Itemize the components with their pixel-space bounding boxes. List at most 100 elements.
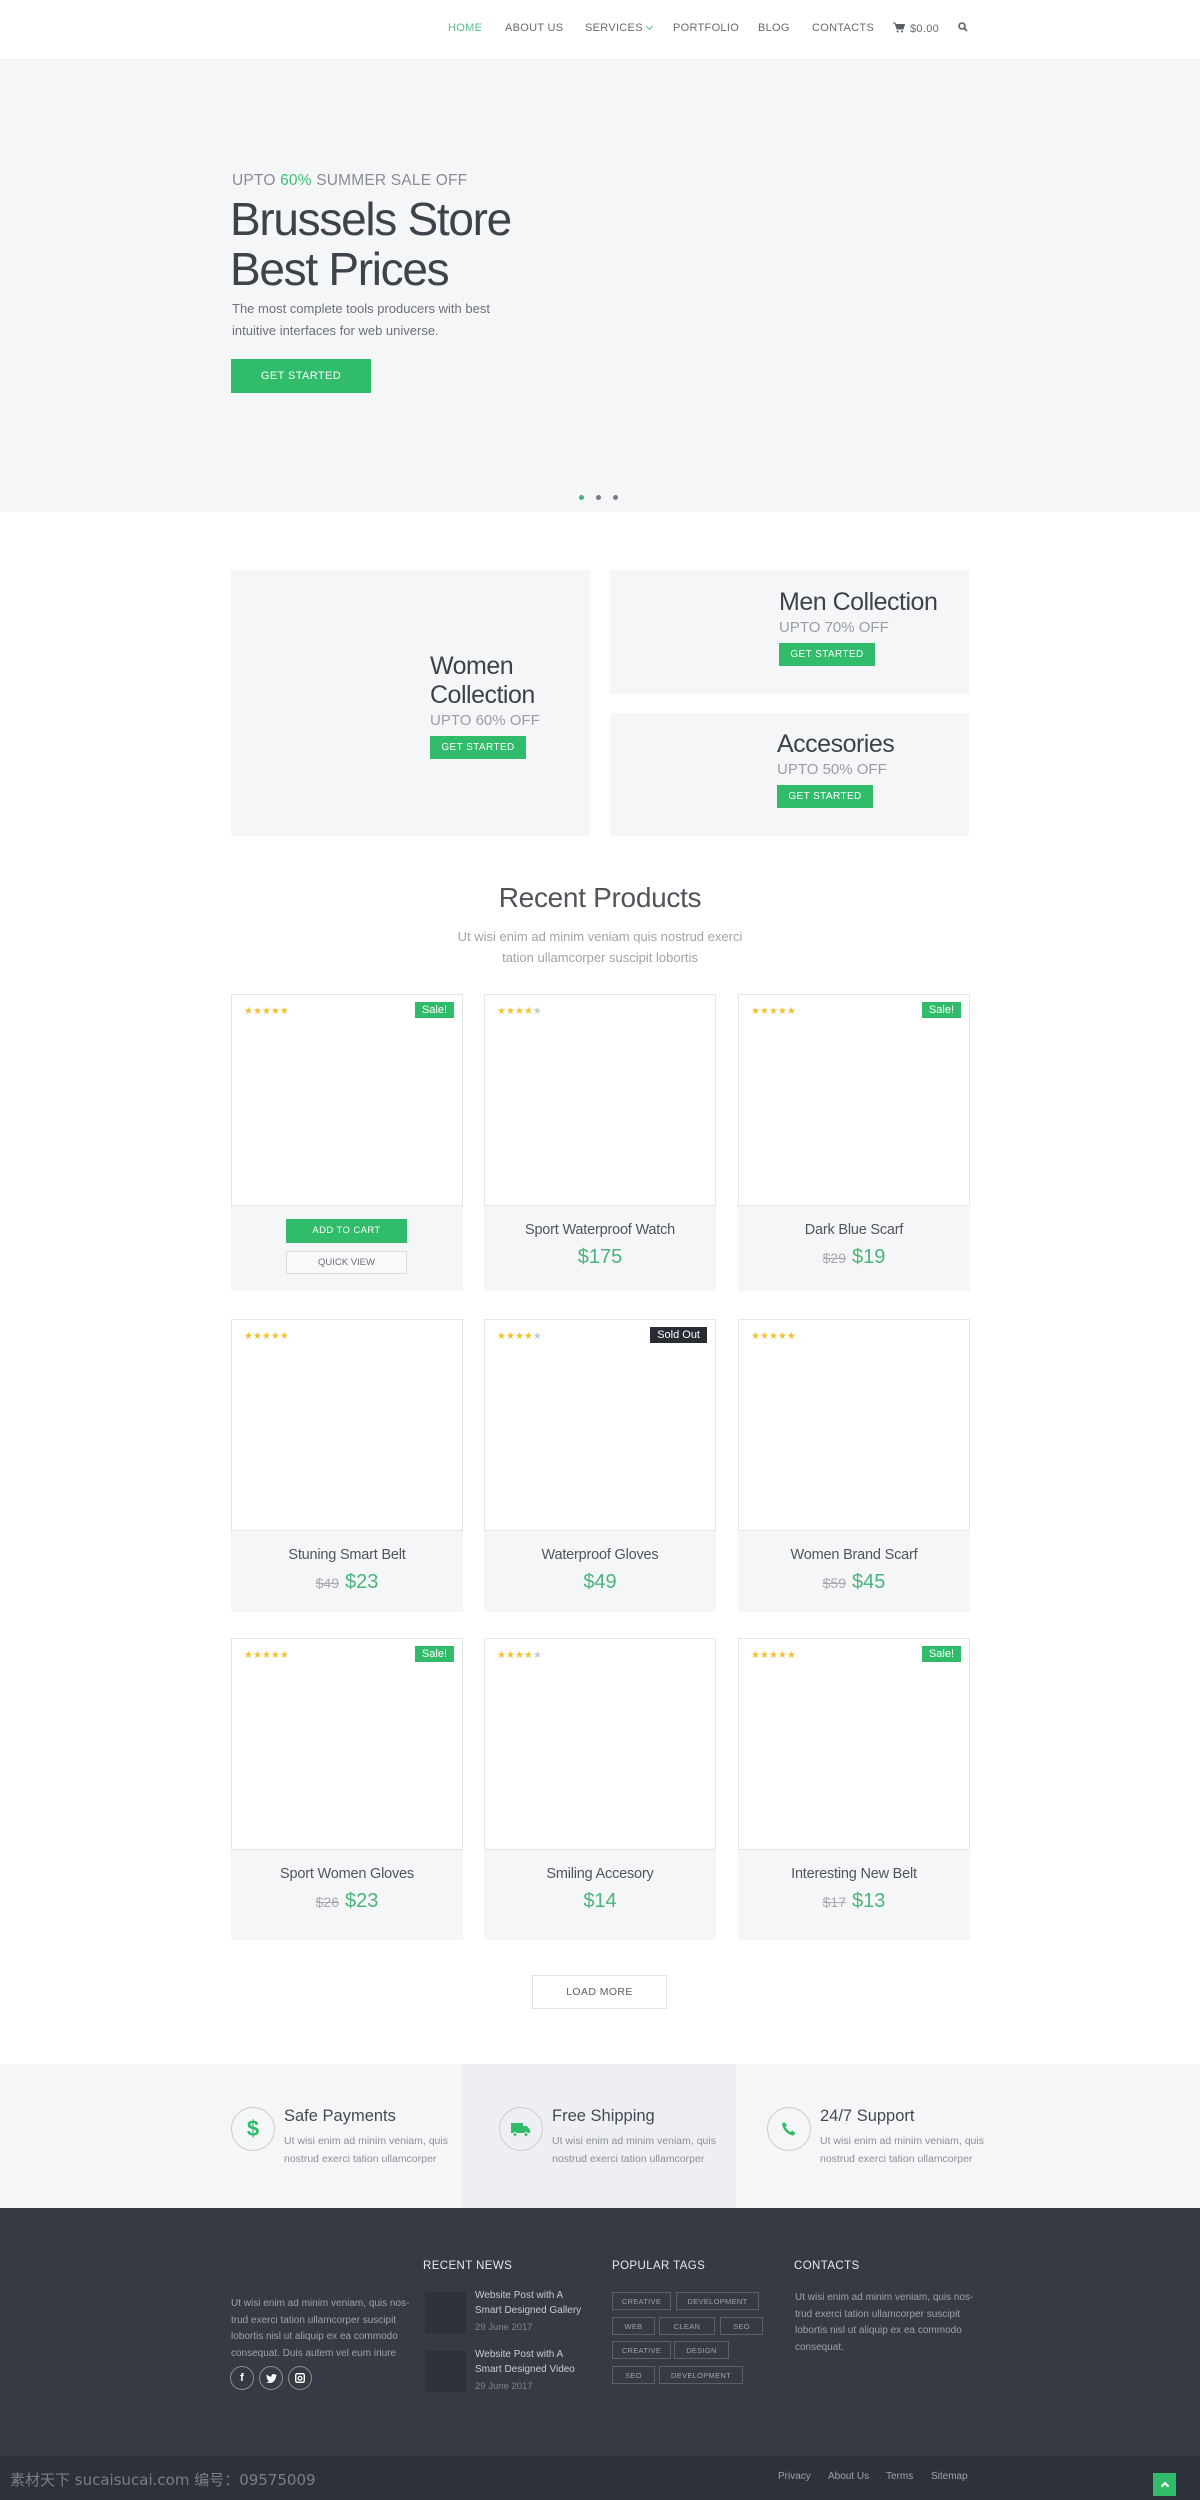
hero-slider: UPTO 60% SUMMER SALE OFF Brussels Store …: [0, 60, 1200, 512]
product-badge: Sale!: [414, 1646, 454, 1662]
current-price: $45: [851, 1571, 886, 1593]
star-icon: ★: [532, 1331, 542, 1342]
product-card[interactable]: ★★★★★ Smiling Accesory $14: [484, 1638, 716, 1940]
star-icon: ★: [777, 1006, 787, 1017]
news-title[interactable]: Website Post with A Smart Designed Galler…: [475, 2288, 581, 2318]
women-collection-banner[interactable]: Women Collection UPTO 60% OFF GET STARTED: [231, 570, 590, 836]
feature-item: 24/7 Support Ut wisi enim ad minim venia…: [767, 2064, 997, 2208]
footer-contacts: Ut wisi enim ad minim veniam, quis nos- …: [795, 2290, 975, 2356]
rating-stars: ★★★★★: [497, 1331, 542, 1342]
product-card[interactable]: ★★★★★ Sale! ADD TO CART QUICK VIEW: [231, 994, 463, 1291]
news-thumbnail[interactable]: [425, 2292, 466, 2333]
pretitle-text: UPTO: [232, 172, 281, 189]
footer-link-privacy[interactable]: Privacy: [778, 2471, 811, 2482]
men-collection-banner[interactable]: Men Collection UPTO 70% OFF GET STARTED: [610, 570, 969, 694]
load-more-button[interactable]: LOAD MORE: [532, 1975, 667, 2009]
product-image[interactable]: ★★★★★: [484, 1638, 716, 1850]
back-to-top-button[interactable]: [1153, 2473, 1176, 2496]
tag-chip[interactable]: DESIGN: [674, 2341, 729, 2359]
nav-services[interactable]: SERVICES: [585, 22, 653, 34]
tag-chip[interactable]: SEO: [612, 2366, 655, 2384]
old-price: $17: [822, 1894, 846, 1910]
feature-text: Ut wisi enim ad minim veniam, quis nostru…: [284, 2132, 454, 2168]
slide-dot-2[interactable]: [596, 495, 601, 500]
men-get-started-button[interactable]: GET STARTED: [779, 643, 875, 666]
slide-dot-3[interactable]: [613, 495, 618, 500]
product-name[interactable]: Dark Blue Scarf: [738, 1222, 970, 1238]
tag-chip[interactable]: CLEAN: [659, 2317, 715, 2335]
star-icon: ★: [252, 1331, 262, 1342]
product-name[interactable]: Waterproof Gloves: [484, 1547, 716, 1563]
product-card[interactable]: ★★★★★ Sale! Interesting New Belt $17 $13: [738, 1638, 970, 1940]
tag-chip[interactable]: WEB: [612, 2317, 655, 2335]
collection-offer: UPTO 60% OFF: [430, 712, 540, 729]
footer-link-about-us[interactable]: About Us: [828, 2471, 869, 2482]
star-icon: ★: [532, 1650, 542, 1661]
star-icon: ★: [252, 1650, 262, 1661]
product-name[interactable]: Sport Women Gloves: [231, 1866, 463, 1882]
tag-chip[interactable]: CREATIVE: [612, 2292, 671, 2310]
quick-view-button[interactable]: QUICK VIEW: [286, 1251, 407, 1274]
subtitle-line: Ut wisi enim ad minim veniam quis nostru…: [457, 929, 743, 944]
feature-text: Ut wisi enim ad minim veniam, quis nostru…: [820, 2132, 990, 2168]
facebook-link[interactable]: f: [230, 2366, 254, 2390]
tag-chip[interactable]: DEVELOPMENT: [659, 2366, 743, 2384]
product-image[interactable]: ★★★★★ Sale!: [738, 1638, 970, 1850]
tag-chip[interactable]: DEVELOPMENT: [676, 2292, 759, 2310]
add-to-cart-button[interactable]: ADD TO CART: [286, 1219, 407, 1243]
collection-offer: UPTO 50% OFF: [777, 761, 887, 778]
footer-link-terms[interactable]: Terms: [886, 2471, 913, 2482]
news-thumbnail[interactable]: [425, 2351, 466, 2392]
nav-contacts[interactable]: CONTACTS: [812, 22, 874, 34]
product-name[interactable]: Interesting New Belt: [738, 1866, 970, 1882]
product-card[interactable]: ★★★★★ Stuning Smart Belt $49 $23: [231, 1319, 463, 1612]
star-icon: ★: [768, 1006, 778, 1017]
old-price: $49: [315, 1575, 339, 1591]
footer-link-sitemap[interactable]: Sitemap: [931, 2471, 968, 2482]
product-image[interactable]: ★★★★★: [231, 1319, 463, 1531]
product-image[interactable]: ★★★★★ Sale!: [231, 994, 463, 1206]
women-get-started-button[interactable]: GET STARTED: [430, 736, 526, 759]
hero-get-started-button[interactable]: GET STARTED: [231, 359, 371, 393]
rating-stars: ★★★★★: [244, 1006, 289, 1017]
feature-title: Free Shipping: [552, 2107, 655, 2125]
feature-text-line: nostrud exerci tation ullamcorper: [820, 2153, 973, 2165]
tag-chip[interactable]: CREATIVE: [612, 2341, 671, 2359]
accesories-get-started-button[interactable]: GET STARTED: [777, 785, 873, 808]
twitter-link[interactable]: [259, 2366, 283, 2390]
tag-chip[interactable]: SEO: [720, 2317, 763, 2335]
star-icon: ★: [759, 1006, 769, 1017]
footer-bottom-bar: 素材天下 sucaisucai.com 编号：09575009: [0, 2456, 1200, 2500]
slide-dot-1[interactable]: [579, 495, 584, 500]
instagram-link[interactable]: [288, 2366, 312, 2390]
star-icon: ★: [505, 1006, 515, 1017]
nav-portfolio[interactable]: PORTFOLIO: [673, 22, 739, 34]
product-price: $59 $45: [738, 1571, 970, 1594]
product-card[interactable]: ★★★★★ Sale! Sport Women Gloves $26 $23: [231, 1638, 463, 1940]
nav-blog[interactable]: BLOG: [758, 22, 790, 34]
nav-about-us[interactable]: ABOUT US: [505, 22, 563, 34]
hero-title: Brussels Store Best Prices: [230, 194, 512, 294]
product-card[interactable]: ★★★★★ Sold Out Waterproof Gloves $49: [484, 1319, 716, 1612]
product-image[interactable]: ★★★★★ Sale!: [738, 994, 970, 1206]
product-name[interactable]: Women Brand Scarf: [738, 1547, 970, 1563]
news-title[interactable]: Website Post with A Smart Designed Video: [475, 2347, 575, 2377]
product-name[interactable]: Smiling Accesory: [484, 1866, 716, 1882]
product-card[interactable]: ★★★★★ Sport Waterproof Watch $175: [484, 994, 716, 1291]
hero-pretitle: UPTO 60% SUMMER SALE OFF: [232, 172, 467, 190]
product-image[interactable]: ★★★★★ Sold Out: [484, 1319, 716, 1531]
search-button[interactable]: [958, 22, 968, 35]
product-card[interactable]: ★★★★★ Sale! Dark Blue Scarf $29 $19: [738, 994, 970, 1291]
nav-home[interactable]: HOME: [448, 22, 482, 34]
feature-text-line: Ut wisi enim ad minim veniam, quis: [552, 2135, 716, 2147]
star-icon: ★: [279, 1650, 289, 1661]
product-image[interactable]: ★★★★★: [738, 1319, 970, 1531]
site-header: HOME ABOUT US SERVICES PORTFOLIO BLOG CO…: [0, 0, 1200, 60]
product-card[interactable]: ★★★★★ Women Brand Scarf $59 $45: [738, 1319, 970, 1612]
product-image[interactable]: ★★★★★: [484, 994, 716, 1206]
product-image[interactable]: ★★★★★ Sale!: [231, 1638, 463, 1850]
product-name[interactable]: Sport Waterproof Watch: [484, 1222, 716, 1238]
accesories-banner[interactable]: Accesories UPTO 50% OFF GET STARTED: [610, 713, 969, 836]
product-name[interactable]: Stuning Smart Belt: [231, 1547, 463, 1563]
cart-button[interactable]: $0.00: [893, 22, 939, 35]
